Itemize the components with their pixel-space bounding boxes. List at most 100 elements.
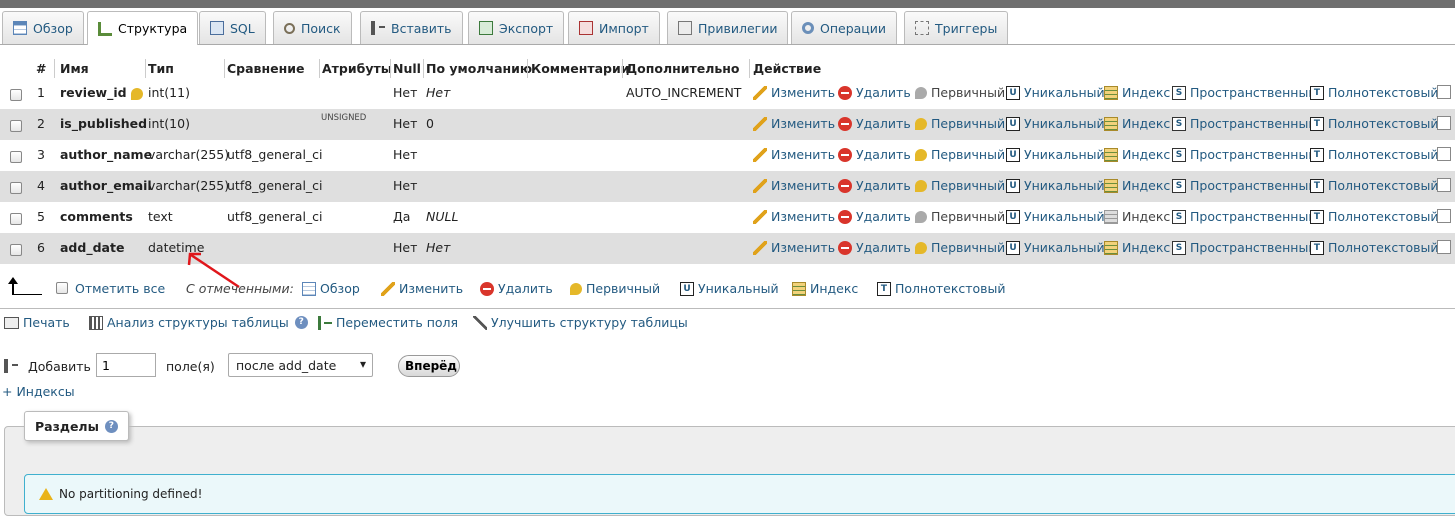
tab-triggers[interactable]: Триггеры bbox=[904, 11, 1009, 44]
help-icon[interactable]: ? bbox=[104, 419, 118, 433]
column-attributes: UNSIGNED bbox=[321, 113, 367, 123]
row-action-edit[interactable]: Изменить bbox=[753, 240, 835, 255]
header-name[interactable]: Имя bbox=[60, 61, 89, 76]
column-name[interactable]: is_published bbox=[60, 116, 147, 131]
help-icon[interactable]: ? bbox=[294, 316, 308, 329]
row-action-index[interactable]: Индекс bbox=[1104, 147, 1170, 162]
go-button[interactable]: Вперёд bbox=[398, 355, 460, 377]
bulk-browse-button[interactable]: Обзор bbox=[302, 281, 360, 296]
position-select[interactable]: после add_date bbox=[228, 353, 373, 377]
tab-insert[interactable]: Вставить bbox=[360, 11, 463, 44]
unique-icon: U bbox=[1006, 85, 1020, 100]
row-action-edit[interactable]: Изменить bbox=[753, 85, 835, 100]
bulk-primary-button[interactable]: Первичный bbox=[570, 281, 660, 296]
bulk-edit-button[interactable]: Изменить bbox=[381, 281, 463, 296]
row-action-fulltext[interactable]: T Полнотекстовый bbox=[1310, 178, 1439, 193]
header-null: Null bbox=[393, 61, 421, 76]
row-action-more[interactable] bbox=[1437, 178, 1455, 192]
row-action-primary[interactable]: Первичный bbox=[915, 85, 1005, 100]
row-checkbox[interactable] bbox=[10, 182, 22, 194]
row-action-delete[interactable]: Удалить bbox=[838, 116, 911, 131]
row-action-edit[interactable]: Изменить bbox=[753, 178, 835, 193]
tab-label: Привилегии bbox=[698, 20, 778, 36]
bulk-index-button[interactable]: Индекс bbox=[792, 281, 858, 296]
tab-search[interactable]: Поиск bbox=[273, 11, 352, 44]
row-action-spatial[interactable]: S Пространственный bbox=[1172, 147, 1316, 162]
row-action-unique[interactable]: U Уникальный bbox=[1006, 240, 1105, 255]
row-action-primary[interactable]: Первичный bbox=[915, 147, 1005, 162]
row-action-unique[interactable]: U Уникальный bbox=[1006, 85, 1105, 100]
bulk-unique-button[interactable]: U Уникальный bbox=[680, 281, 779, 296]
row-action-unique[interactable]: U Уникальный bbox=[1006, 209, 1105, 224]
tab-import[interactable]: Импорт bbox=[568, 11, 660, 44]
row-action-index[interactable]: Индекс bbox=[1104, 116, 1170, 131]
row-action-delete[interactable]: Удалить bbox=[838, 147, 911, 162]
print-link[interactable]: Печать bbox=[4, 315, 70, 330]
indexes-toggle-link[interactable]: + Индексы bbox=[2, 384, 75, 399]
column-name[interactable]: author_email bbox=[60, 178, 152, 193]
row-action-spatial[interactable]: S Пространственный bbox=[1172, 116, 1316, 131]
row-action-fulltext[interactable]: T Полнотекстовый bbox=[1310, 209, 1439, 224]
row-action-spatial[interactable]: S Пространственный bbox=[1172, 240, 1316, 255]
column-name[interactable]: add_date bbox=[60, 240, 124, 255]
tab-operations[interactable]: Операции bbox=[791, 11, 898, 44]
row-action-primary[interactable]: Первичный bbox=[915, 240, 1005, 255]
column-name[interactable]: review_id bbox=[60, 85, 147, 100]
row-action-fulltext[interactable]: T Полнотекстовый bbox=[1310, 85, 1439, 100]
row-action-primary[interactable]: Первичный bbox=[915, 178, 1005, 193]
column-name[interactable]: author_name bbox=[60, 147, 152, 162]
row-number: 6 bbox=[37, 240, 45, 255]
row-action-fulltext[interactable]: T Полнотекстовый bbox=[1310, 116, 1439, 131]
improve-structure-link[interactable]: Улучшить структуру таблицы bbox=[473, 315, 688, 330]
row-checkbox[interactable] bbox=[10, 89, 22, 101]
row-action-more[interactable] bbox=[1437, 147, 1455, 161]
row-action-fulltext[interactable]: T Полнотекстовый bbox=[1310, 147, 1439, 162]
row-action-edit[interactable]: Изменить bbox=[753, 147, 835, 162]
more-icon bbox=[1437, 209, 1451, 223]
row-action-primary[interactable]: Первичный bbox=[915, 209, 1005, 224]
index-icon bbox=[1104, 85, 1118, 100]
row-action-index[interactable]: Индекс bbox=[1104, 85, 1170, 100]
row-action-edit[interactable]: Изменить bbox=[753, 116, 835, 131]
tab-sql[interactable]: SQL bbox=[199, 11, 266, 44]
row-action-more[interactable] bbox=[1437, 209, 1455, 223]
row-checkbox[interactable] bbox=[10, 120, 22, 132]
row-action-more[interactable] bbox=[1437, 85, 1455, 99]
row-checkbox[interactable] bbox=[10, 213, 22, 225]
row-action-index[interactable]: Индекс bbox=[1104, 178, 1170, 193]
check-all-link[interactable]: Отметить все bbox=[75, 281, 165, 296]
row-action-spatial[interactable]: S Пространственный bbox=[1172, 209, 1316, 224]
row-action-delete[interactable]: Удалить bbox=[838, 240, 911, 255]
row-action-more[interactable] bbox=[1437, 240, 1455, 254]
fulltext-icon: T bbox=[1310, 116, 1324, 131]
row-checkbox[interactable] bbox=[10, 244, 22, 256]
delete-icon bbox=[480, 281, 494, 296]
move-columns-link[interactable]: Переместить поля bbox=[318, 315, 458, 330]
row-action-unique[interactable]: U Уникальный bbox=[1006, 116, 1105, 131]
column-name[interactable]: comments bbox=[60, 209, 133, 224]
bulk-delete-button[interactable]: Удалить bbox=[480, 281, 553, 296]
row-action-delete[interactable]: Удалить bbox=[838, 178, 911, 193]
row-checkbox[interactable] bbox=[10, 151, 22, 163]
tab-structure[interactable]: Структура bbox=[87, 11, 199, 45]
tab-browse[interactable]: Обзор bbox=[2, 11, 84, 44]
analyze-structure-link[interactable]: Анализ структуры таблицы? bbox=[89, 315, 308, 330]
row-action-spatial[interactable]: S Пространственный bbox=[1172, 85, 1316, 100]
table-row: 3 author_name varchar(255) utf8_general_ci Н… bbox=[0, 140, 1455, 171]
row-action-edit[interactable]: Изменить bbox=[753, 209, 835, 224]
row-action-more[interactable] bbox=[1437, 116, 1455, 130]
tab-privileges[interactable]: Привилегии bbox=[667, 11, 789, 44]
row-action-index[interactable]: Индекс bbox=[1104, 240, 1170, 255]
row-action-primary[interactable]: Первичный bbox=[915, 116, 1005, 131]
row-action-delete[interactable]: Удалить bbox=[838, 85, 911, 100]
bulk-fulltext-button[interactable]: T Полнотекстовый bbox=[877, 281, 1006, 296]
row-action-fulltext[interactable]: T Полнотекстовый bbox=[1310, 240, 1439, 255]
row-action-index[interactable]: Индекс bbox=[1104, 209, 1170, 224]
row-action-spatial[interactable]: S Пространственный bbox=[1172, 178, 1316, 193]
column-count-input[interactable] bbox=[96, 353, 156, 377]
row-action-unique[interactable]: U Уникальный bbox=[1006, 147, 1105, 162]
tab-export[interactable]: Экспорт bbox=[468, 11, 565, 44]
check-all-checkbox[interactable] bbox=[56, 282, 68, 294]
row-action-delete[interactable]: Удалить bbox=[838, 209, 911, 224]
row-action-unique[interactable]: U Уникальный bbox=[1006, 178, 1105, 193]
